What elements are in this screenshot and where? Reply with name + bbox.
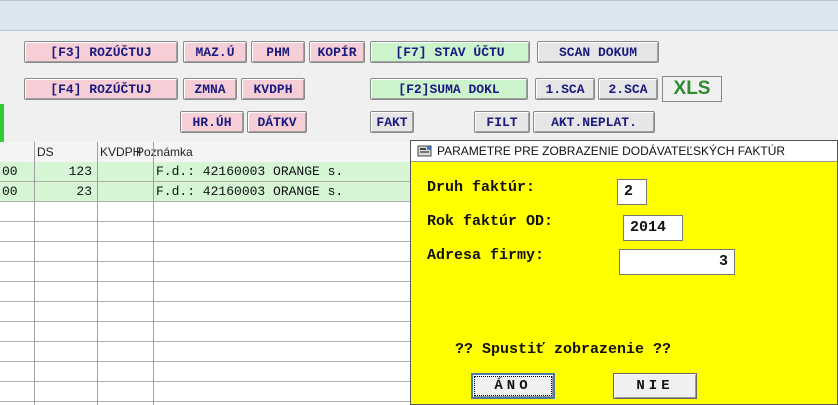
row-lead-cell: 00 [2, 164, 18, 179]
stav-uctu-button[interactable]: [F7] STAV ÚČTU [370, 41, 530, 63]
rozuctuj-f4-button[interactable]: [F4] ROZÚČTUJ [24, 78, 178, 100]
row-lead-cell: 00 [2, 184, 18, 199]
dialog-title-bar[interactable]: PARAMETRE PRE ZOBRAZENIE DODÁVATEĽSKÝCH … [411, 141, 837, 162]
ano-button[interactable]: ÁNO [471, 373, 555, 399]
confirm-question: ?? Spustiť zobrazenie ?? [455, 341, 672, 358]
adresa-firmy-field[interactable]: 3 [619, 249, 735, 275]
scan-2-button[interactable]: 2.SCA [598, 78, 658, 100]
hr-uh-button[interactable]: HR.ÚH [180, 111, 244, 133]
akt-neplat-button[interactable]: AKT.NEPLAT. [533, 111, 655, 133]
grid-column-divider [97, 142, 98, 405]
scan-1-button[interactable]: 1.SCA [535, 78, 595, 100]
table-row[interactable] [0, 222, 410, 242]
documents-grid: 00 123 F.d.: 42160003 ORANGE s. 00 23 F.… [0, 162, 410, 405]
zmna-button[interactable]: ZMNA [183, 78, 237, 100]
kvdph-button[interactable]: KVDPH [241, 78, 305, 100]
table-row[interactable] [0, 302, 410, 322]
grid-header: DS KVDPH Poznámka [0, 142, 410, 163]
poznamka-cell: F.d.: 42160003 ORANGE s. [156, 184, 344, 199]
scan-dokum-button[interactable]: SCAN DOKUM [537, 41, 659, 63]
grid-column-divider [153, 142, 154, 405]
table-row[interactable] [0, 342, 410, 362]
rozuctuj-f3-button[interactable]: [F3] ROZÚČTUJ [24, 41, 178, 63]
xls-export-button[interactable]: XLS [662, 76, 722, 102]
fakt-button[interactable]: FAKT [370, 111, 414, 133]
grid-column-divider [34, 142, 35, 405]
table-row[interactable]: 00 123 F.d.: 42160003 ORANGE s. [0, 162, 410, 182]
table-row[interactable] [0, 262, 410, 282]
dialog-title: PARAMETRE PRE ZOBRAZENIE DODÁVATEĽSKÝCH … [437, 144, 786, 158]
poznamka-cell: F.d.: 42160003 ORANGE s. [156, 164, 344, 179]
druh-faktur-field[interactable]: 2 [617, 179, 647, 205]
table-row[interactable] [0, 202, 410, 222]
table-row[interactable] [0, 362, 410, 382]
druh-faktur-label: Druh faktúr: [427, 179, 536, 196]
table-row[interactable] [0, 282, 410, 302]
table-row[interactable] [0, 242, 410, 262]
window-top-strip [0, 0, 838, 31]
phm-button[interactable]: PHM [251, 41, 305, 63]
app-icon [417, 144, 433, 158]
table-row[interactable]: 00 23 F.d.: 42160003 ORANGE s. [0, 182, 410, 202]
maz-u-button[interactable]: MAZ.Ú [183, 41, 247, 63]
kvdph-cell [100, 162, 150, 181]
ds-cell: 123 [68, 164, 92, 179]
column-header-ds[interactable]: DS [37, 145, 54, 159]
datkv-button[interactable]: DÁTKV [247, 111, 307, 133]
filt-button[interactable]: FILT [474, 111, 530, 133]
kopir-button[interactable]: KOPÍR [309, 41, 365, 63]
kvdph-cell [100, 182, 150, 201]
adresa-firmy-label: Adresa firmy: [427, 247, 545, 264]
rok-faktur-label: Rok faktúr OD: [427, 213, 554, 230]
ds-cell: 23 [76, 184, 92, 199]
table-row[interactable] [0, 382, 410, 402]
table-row[interactable] [0, 322, 410, 342]
suma-dokl-button[interactable]: [F2]SUMA DOKL [370, 78, 528, 100]
nie-button[interactable]: NIE [613, 373, 697, 399]
invoice-parameters-dialog: PARAMETRE PRE ZOBRAZENIE DODÁVATEĽSKÝCH … [410, 140, 838, 405]
rok-faktur-field[interactable]: 2014 [623, 215, 683, 241]
column-header-poznamka[interactable]: Poznámka [136, 145, 193, 159]
